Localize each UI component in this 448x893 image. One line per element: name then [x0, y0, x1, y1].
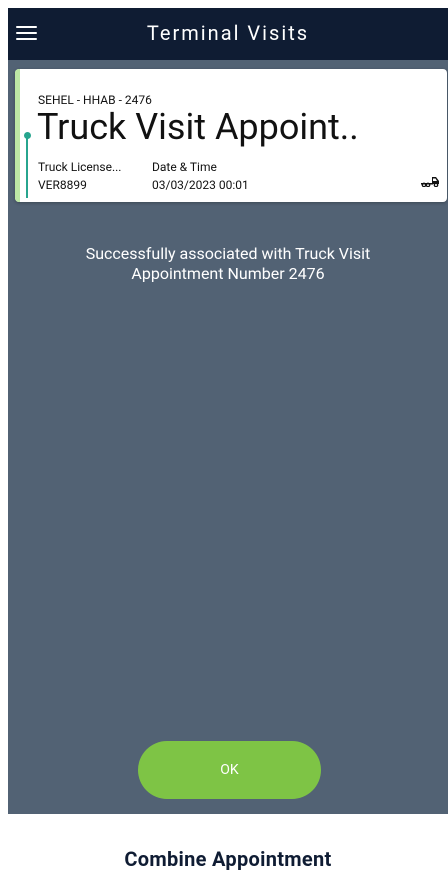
appointment-title: Truck Visit Appoint..: [37, 106, 359, 148]
card-accent-bar: [15, 69, 20, 202]
truck-license-value: VER8899: [38, 178, 87, 192]
timeline-dot-icon: [24, 132, 31, 139]
timeline-line: [26, 133, 28, 198]
truck-icon: [421, 177, 439, 187]
terminal-visits-app: Terminal Visits SEHEL - HHAB - 2476 Truc…: [8, 8, 448, 893]
combine-appointment-title[interactable]: Combine Appointment: [8, 847, 448, 871]
bottom-action-bar[interactable]: Combine Appointment: [8, 814, 448, 893]
truck-visit-card[interactable]: SEHEL - HHAB - 2476 Truck Visit Appoint.…: [15, 69, 447, 202]
app-header: Terminal Visits: [8, 8, 448, 60]
success-message: Successfully associated with Truck Visit…: [85, 244, 371, 283]
truck-license-label: Truck License...: [38, 160, 122, 174]
page-title: Terminal Visits: [146, 21, 310, 45]
ok-button[interactable]: OK: [138, 741, 321, 799]
facility-label: SEHEL - HHAB - 2476: [38, 93, 152, 107]
date-time-value: 03/03/2023 00:01: [152, 178, 249, 192]
date-time-label: Date & Time: [152, 160, 217, 174]
content-area: SEHEL - HHAB - 2476 Truck Visit Appoint.…: [8, 60, 448, 814]
